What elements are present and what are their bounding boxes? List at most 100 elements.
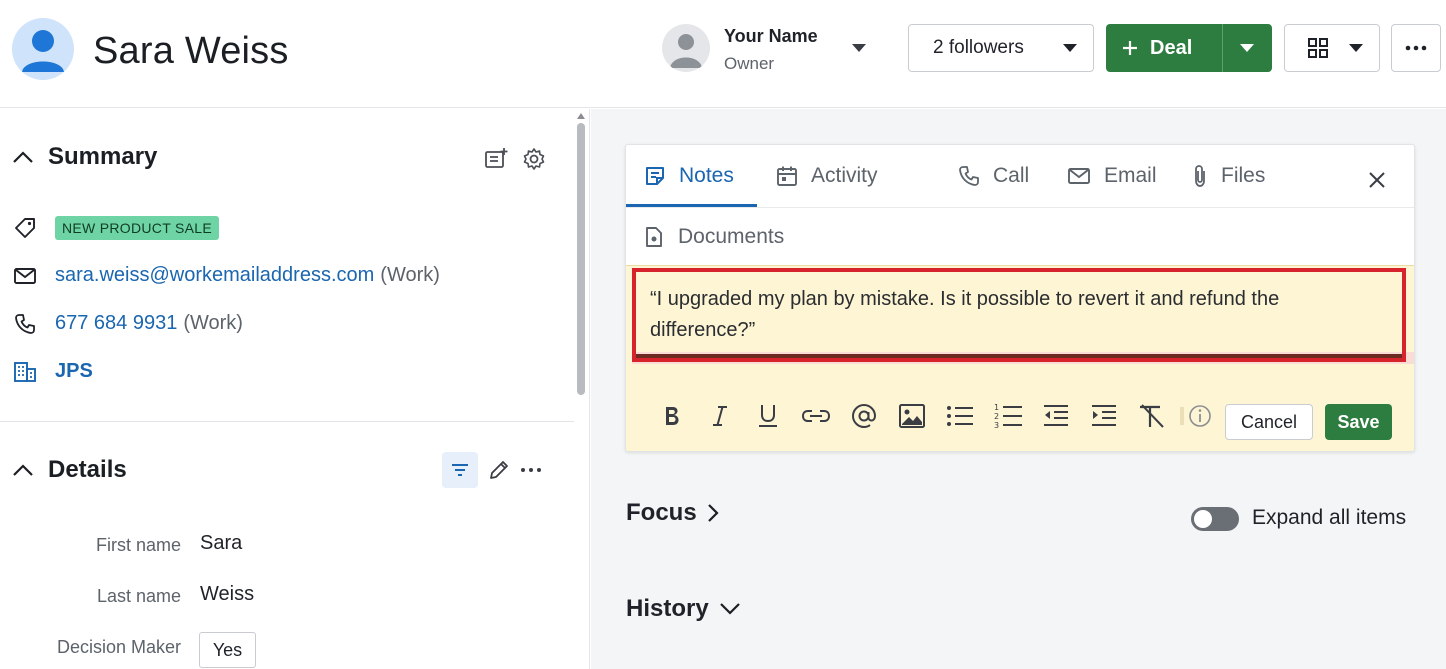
- mail-icon: [12, 266, 38, 286]
- toolbar-separator: [1180, 407, 1184, 425]
- gear-icon[interactable]: [522, 147, 546, 171]
- phone-link[interactable]: 677 684 9931: [55, 312, 177, 335]
- note-composer: Notes Activity Call Email Files Document…: [625, 144, 1415, 452]
- person-icon: [670, 34, 702, 68]
- info-icon[interactable]: [1188, 400, 1212, 432]
- document-icon: [644, 226, 664, 248]
- tab-call-label: Call: [993, 164, 1030, 187]
- summary-title: Summary: [48, 143, 158, 170]
- contact-avatar: [12, 18, 74, 80]
- composer-tabs-row2: Documents: [626, 207, 1414, 266]
- chevron-down-icon: [719, 602, 741, 616]
- calendar-icon: [776, 165, 798, 187]
- more-horizontal-icon: [1405, 45, 1427, 51]
- cancel-button[interactable]: Cancel: [1225, 404, 1313, 440]
- more-horizontal-icon[interactable]: [520, 467, 542, 473]
- tab-notes[interactable]: Notes: [644, 145, 734, 207]
- details-tools: [442, 452, 542, 488]
- deal-split-button: Deal: [1106, 24, 1272, 72]
- link-icon[interactable]: [792, 400, 840, 432]
- note-editor[interactable]: “I upgraded my plan by mistake. Is it po…: [626, 265, 1414, 451]
- summary-company-row: JPS: [12, 360, 93, 383]
- add-deal-button[interactable]: Deal: [1106, 24, 1223, 72]
- caret-down-icon: [1063, 44, 1077, 52]
- tab-files[interactable]: Files: [1192, 145, 1265, 207]
- tab-email[interactable]: Email: [1067, 145, 1157, 207]
- focus-title: Focus: [626, 499, 697, 526]
- deal-options-button[interactable]: [1223, 24, 1271, 72]
- owner-avatar: [662, 24, 710, 72]
- plus-icon: [1122, 40, 1138, 56]
- svg-text:3: 3: [994, 421, 999, 430]
- filter-button[interactable]: [442, 452, 478, 488]
- edit-icon[interactable]: [488, 459, 510, 481]
- owner-role: Owner: [724, 54, 775, 73]
- more-actions-button[interactable]: [1391, 24, 1441, 72]
- outdent-icon[interactable]: [1032, 400, 1080, 432]
- record-header: Sara Weiss Your Name Owner 2 followers D…: [0, 0, 1446, 108]
- tab-call[interactable]: Call: [958, 145, 1029, 207]
- expand-all-label: Expand all items: [1252, 506, 1407, 529]
- bold-icon[interactable]: [648, 400, 696, 432]
- chevron-up-icon: [12, 150, 34, 164]
- tab-email-label: Email: [1104, 164, 1157, 187]
- tag-icon: [12, 216, 38, 240]
- note-text[interactable]: “I upgraded my plan by mistake. Is it po…: [650, 284, 1390, 346]
- deal-label: Deal: [1150, 36, 1193, 59]
- clear-formatting-icon[interactable]: [1128, 400, 1176, 432]
- owner-selector[interactable]: Your Name Owner: [662, 24, 872, 74]
- grid-icon: [1307, 37, 1329, 59]
- svg-text:2: 2: [994, 412, 999, 421]
- image-icon[interactable]: [888, 400, 936, 432]
- details-section-toggle[interactable]: Details: [12, 456, 127, 484]
- section-divider: [0, 421, 574, 422]
- svg-text:1: 1: [994, 403, 999, 412]
- toggle-knob: [1194, 510, 1212, 528]
- phone-type: (Work): [183, 312, 243, 334]
- history-section-toggle[interactable]: History: [626, 595, 741, 623]
- phone-icon: [958, 165, 980, 187]
- field-value-first-name[interactable]: Sara: [200, 532, 242, 555]
- tab-notes-label: Notes: [679, 164, 734, 187]
- chevron-up-icon: [12, 463, 34, 477]
- tab-activity-label: Activity: [811, 164, 878, 187]
- notes-icon: [644, 165, 666, 187]
- italic-icon[interactable]: [696, 400, 744, 432]
- formatting-toolbar: 123: [648, 400, 1212, 432]
- scroll-up-arrow[interactable]: [577, 113, 585, 119]
- underline-icon[interactable]: [744, 400, 792, 432]
- filter-icon: [452, 464, 468, 476]
- field-label-last-name: Last name: [96, 586, 181, 606]
- paperclip-icon: [1192, 164, 1208, 188]
- expand-all-toggle[interactable]: [1191, 507, 1239, 531]
- save-button[interactable]: Save: [1325, 404, 1392, 440]
- status-badge: NEW PRODUCT SALE: [55, 216, 220, 240]
- tab-documents[interactable]: Documents: [644, 208, 784, 266]
- email-link[interactable]: sara.weiss@workemailaddress.com: [55, 264, 374, 287]
- numbered-list-icon[interactable]: 123: [984, 400, 1032, 432]
- person-icon: [22, 30, 64, 72]
- layout-switcher-button[interactable]: [1284, 24, 1380, 72]
- field-value-last-name[interactable]: Weiss: [200, 583, 254, 606]
- indent-icon[interactable]: [1080, 400, 1128, 432]
- decision-maker-select[interactable]: Yes: [199, 632, 256, 668]
- summary-tag-row: NEW PRODUCT SALE: [12, 216, 220, 240]
- bullet-list-icon[interactable]: [936, 400, 984, 432]
- add-note-icon[interactable]: [484, 147, 508, 171]
- field-label-first-name: First name: [95, 535, 181, 555]
- followers-button[interactable]: 2 followers: [908, 24, 1094, 72]
- company-link[interactable]: JPS: [55, 360, 93, 383]
- summary-tools: [484, 147, 546, 171]
- caret-down-icon: [852, 44, 866, 52]
- close-icon[interactable]: [1368, 171, 1386, 189]
- scrollbar-thumb[interactable]: [577, 123, 585, 395]
- building-icon: [12, 361, 38, 383]
- summary-section-toggle[interactable]: Summary: [12, 143, 157, 171]
- summary-email-row: sara.weiss@workemailaddress.com (Work): [12, 264, 440, 287]
- summary-phone-row: 677 684 9931 (Work): [12, 312, 243, 335]
- mention-icon[interactable]: [840, 400, 888, 432]
- field-label-decision-maker: Decision Maker: [56, 637, 181, 657]
- tab-activity[interactable]: Activity: [776, 145, 878, 207]
- mail-icon: [1067, 166, 1091, 186]
- focus-section-toggle[interactable]: Focus: [626, 499, 719, 527]
